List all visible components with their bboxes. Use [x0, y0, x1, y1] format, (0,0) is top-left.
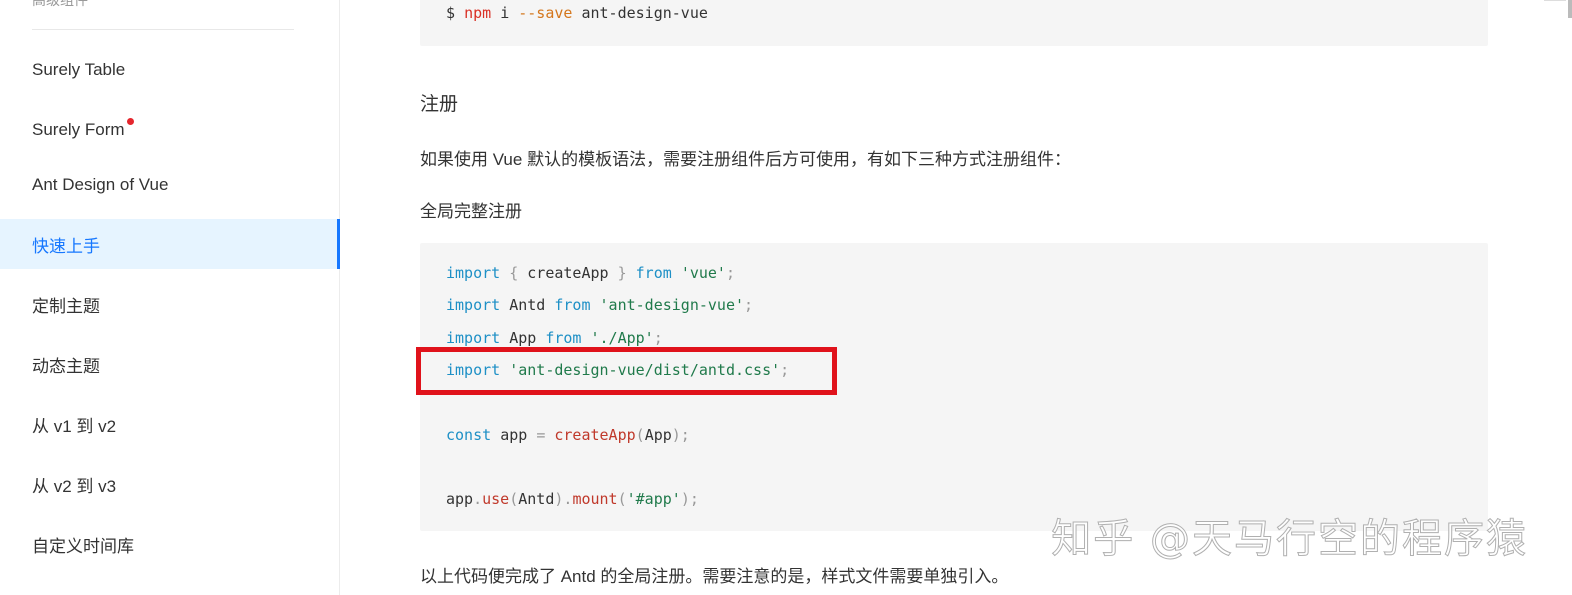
- sidebar-item-surely-table[interactable]: Surely Table: [0, 45, 339, 95]
- register-description: 如果使用 Vue 默认的模板语法，需要注册组件后方可使用，有如下三种方式注册组件…: [420, 150, 1072, 169]
- sidebar-item-label: 自定义时间库: [32, 536, 134, 556]
- sidebar-item-label: 动态主题: [32, 356, 100, 376]
- sidebar-item-label: 从 v1 到 v2: [32, 416, 117, 436]
- code-line-2: import Antd from 'ant-design-vue';: [446, 296, 754, 314]
- watermark-text: 知乎 @天马行空的程序猿: [1051, 516, 1528, 563]
- install-code-block: $ npm i --save ant-design-vue: [420, 0, 1488, 46]
- sidebar-item-label: 从 v2 到 v3: [32, 476, 117, 496]
- sidebar-nav: 高级组件 Surely Table Surely Form Ant Design…: [0, 0, 340, 595]
- sidebar-item-v1-to-v2[interactable]: 从 v1 到 v2: [0, 399, 339, 449]
- install-command: $ npm i --save ant-design-vue: [446, 4, 708, 22]
- sidebar-group-title: 高级组件: [32, 0, 88, 8]
- register-heading: 注册: [420, 94, 459, 115]
- sidebar-item-label: Surely Table: [32, 60, 126, 79]
- global-register-heading: 全局完整注册: [420, 202, 522, 221]
- code-line-6: app.use(Antd).mount('#app');: [446, 490, 699, 508]
- sidebar-item-surely-form[interactable]: Surely Form: [0, 105, 339, 155]
- sidebar-item-label: 定制主题: [32, 296, 100, 316]
- sidebar-item-quick-start[interactable]: 快速上手: [0, 219, 340, 269]
- sidebar-item-custom-date-lib[interactable]: 自定义时间库: [0, 519, 339, 569]
- sidebar-item-v2-to-v3[interactable]: 从 v2 到 v3: [0, 459, 339, 509]
- css-import-highlight: [416, 347, 837, 395]
- summary-text: 以上代码便完成了 Antd 的全局注册。需要注意的是，样式文件需要单独引入。: [420, 567, 1009, 586]
- code-line-5: const app = createApp(App);: [446, 426, 690, 444]
- code-line-3: import App from './App';: [446, 329, 663, 347]
- sidebar-item-label: 快速上手: [32, 236, 100, 256]
- sidebar-item-custom-theme[interactable]: 定制主题: [0, 279, 339, 329]
- sidebar-item-dynamic-theme[interactable]: 动态主题: [0, 339, 339, 389]
- new-badge-dot: [126, 117, 134, 125]
- sidebar-divider: [32, 29, 294, 30]
- code-line-1: import { createApp } from 'vue';: [446, 264, 735, 282]
- sidebar-item-label: Surely Form: [32, 120, 125, 139]
- edge-divider: [1544, 0, 1566, 1]
- sidebar-item-label: Ant Design of Vue: [32, 175, 169, 194]
- scrollbar-edge[interactable]: [1568, 0, 1572, 18]
- sidebar-item-ant-design-of-vue[interactable]: Ant Design of Vue: [0, 160, 339, 210]
